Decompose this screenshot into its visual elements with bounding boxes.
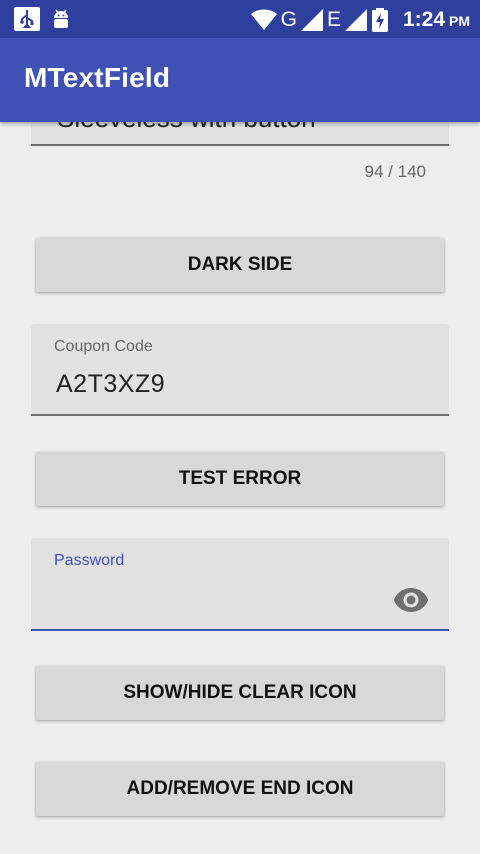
coupon-code-value: A2T3XZ9 (56, 370, 166, 398)
network-type-e: E (326, 7, 341, 31)
clock: 1:24 (402, 7, 445, 31)
dark-side-button[interactable]: DARK SIDE (36, 238, 444, 292)
signal-icon-2 (344, 8, 367, 31)
wifi-icon (250, 9, 277, 30)
app-bar: MTextField (0, 38, 480, 122)
character-counter: 94 / 140 (364, 162, 426, 181)
clock-ampm: PM (449, 13, 470, 29)
signal-icon (300, 8, 323, 31)
coupon-code-label: Coupon Code (54, 338, 153, 355)
eye-icon[interactable] (393, 586, 429, 614)
add-remove-end-icon-button[interactable]: ADD/REMOVE END ICON (36, 762, 444, 816)
app-title: MTextField (24, 62, 171, 93)
password-label: Password (54, 552, 125, 569)
test-error-button[interactable]: TEST ERROR (36, 452, 444, 506)
android-debug-icon (54, 9, 68, 28)
scroll-content[interactable]: Sleeveless with button 94 / 140 DARK SID… (0, 0, 480, 854)
status-bar: G E 1:24 PM (0, 0, 480, 38)
battery-charging-icon (371, 7, 388, 32)
password-field[interactable]: Password (31, 538, 449, 631)
network-type-g: G (280, 7, 297, 31)
usb-icon (14, 7, 40, 31)
show-hide-clear-icon-button[interactable]: SHOW/HIDE CLEAR ICON (36, 666, 444, 720)
coupon-code-field[interactable]: Coupon Code A2T3XZ9 (31, 324, 449, 416)
